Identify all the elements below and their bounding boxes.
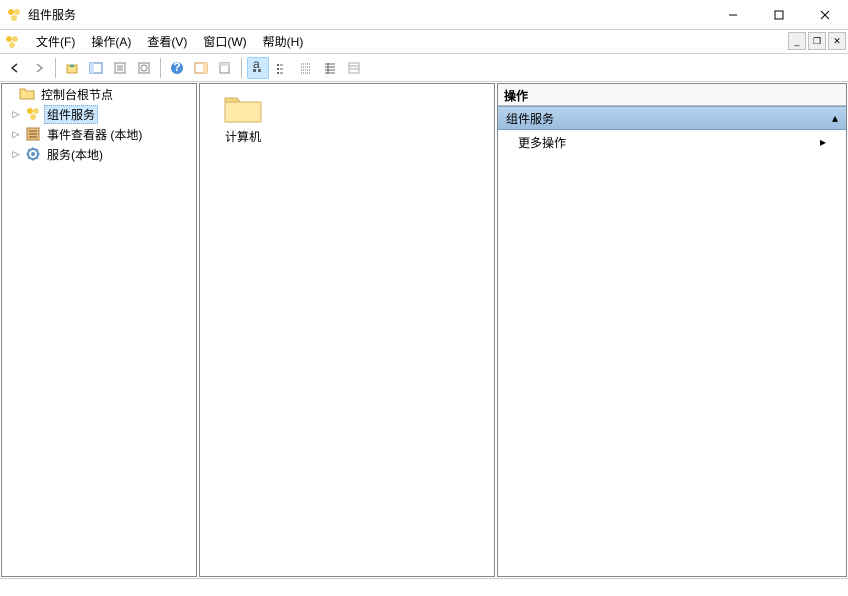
tree-pane[interactable]: 控制台根节点 ▷ 组件服务 ▷ 事件查看器 (本地) ▷ 服务(本地) <box>1 83 197 577</box>
tree-node-label: 事件查看器 (本地) <box>44 125 145 144</box>
mdi-restore-button[interactable]: ❐ <box>808 32 826 50</box>
actions-section-label: 组件服务 <box>506 110 554 127</box>
folder-icon <box>223 92 263 124</box>
properties-button[interactable] <box>109 57 131 79</box>
view-detail-button[interactable] <box>319 57 341 79</box>
mdi-close-button[interactable]: ✕ <box>828 32 846 50</box>
view-large-icons-button[interactable]: a <box>247 57 269 79</box>
show-hide-actions-button[interactable] <box>190 57 212 79</box>
separator <box>160 58 161 78</box>
tree-root-label: 控制台根节点 <box>38 85 116 104</box>
tree-node-component-services[interactable]: ▷ 组件服务 <box>2 104 196 124</box>
tree-node-services[interactable]: ▷ 服务(本地) <box>2 144 196 164</box>
separator <box>55 58 56 78</box>
up-button[interactable] <box>61 57 83 79</box>
menu-window[interactable]: 窗口(W) <box>195 30 254 53</box>
menubar: 文件(F) 操作(A) 查看(V) 窗口(W) 帮助(H) _ ❐ ✕ <box>0 30 848 54</box>
mdi-icon <box>4 34 20 50</box>
item-label: 计算机 <box>225 128 261 145</box>
menu-view[interactable]: 查看(V) <box>139 30 195 53</box>
mdi-controls: _ ❐ ✕ <box>786 32 846 50</box>
back-button[interactable] <box>4 57 26 79</box>
svg-text:?: ? <box>173 61 180 74</box>
expander-icon[interactable]: ▷ <box>10 108 22 120</box>
window-controls <box>710 0 848 29</box>
actions-more[interactable]: 更多操作 ▸ <box>498 130 846 154</box>
toolbar: ? a <box>0 54 848 82</box>
item-computers[interactable]: 计算机 <box>208 92 278 145</box>
menu-file[interactable]: 文件(F) <box>28 30 83 53</box>
menu-help[interactable]: 帮助(H) <box>255 30 312 53</box>
tree-node-label: 组件服务 <box>44 105 98 124</box>
minimize-button[interactable] <box>710 0 756 29</box>
chevron-right-icon: ▸ <box>820 135 826 149</box>
tree-root[interactable]: 控制台根节点 <box>2 84 196 104</box>
actions-header: 操作 <box>498 84 846 106</box>
window-title: 组件服务 <box>28 6 710 23</box>
app-icon <box>6 7 22 23</box>
show-hide-tree-button[interactable] <box>85 57 107 79</box>
component-icon <box>25 106 41 122</box>
actions-more-label: 更多操作 <box>518 134 566 151</box>
expander-icon[interactable] <box>4 88 16 100</box>
statusbar <box>0 578 848 596</box>
help-button[interactable]: ? <box>166 57 188 79</box>
close-button[interactable] <box>802 0 848 29</box>
separator <box>241 58 242 78</box>
maximize-button[interactable] <box>756 0 802 29</box>
tree-node-label: 服务(本地) <box>44 145 106 164</box>
mdi-minimize-button[interactable]: _ <box>788 32 806 50</box>
expander-icon[interactable]: ▷ <box>10 148 22 160</box>
folder-icon <box>19 86 35 102</box>
collapse-icon: ▴ <box>832 111 838 125</box>
actions-section[interactable]: 组件服务 ▴ <box>498 106 846 130</box>
export-button[interactable] <box>133 57 155 79</box>
menu-action[interactable]: 操作(A) <box>83 30 139 53</box>
content-pane[interactable]: 计算机 <box>199 83 495 577</box>
titlebar: 组件服务 <box>0 0 848 30</box>
view-other-button[interactable] <box>343 57 365 79</box>
new-window-button[interactable] <box>214 57 236 79</box>
forward-button[interactable] <box>28 57 50 79</box>
event-viewer-icon <box>25 126 41 142</box>
expander-icon[interactable]: ▷ <box>10 128 22 140</box>
view-list-button[interactable] <box>295 57 317 79</box>
body: 控制台根节点 ▷ 组件服务 ▷ 事件查看器 (本地) ▷ 服务(本地) 计算机 … <box>0 82 848 578</box>
actions-pane: 操作 组件服务 ▴ 更多操作 ▸ <box>497 83 847 577</box>
services-icon <box>25 146 41 162</box>
tree-node-event-viewer[interactable]: ▷ 事件查看器 (本地) <box>2 124 196 144</box>
view-small-icons-button[interactable] <box>271 57 293 79</box>
